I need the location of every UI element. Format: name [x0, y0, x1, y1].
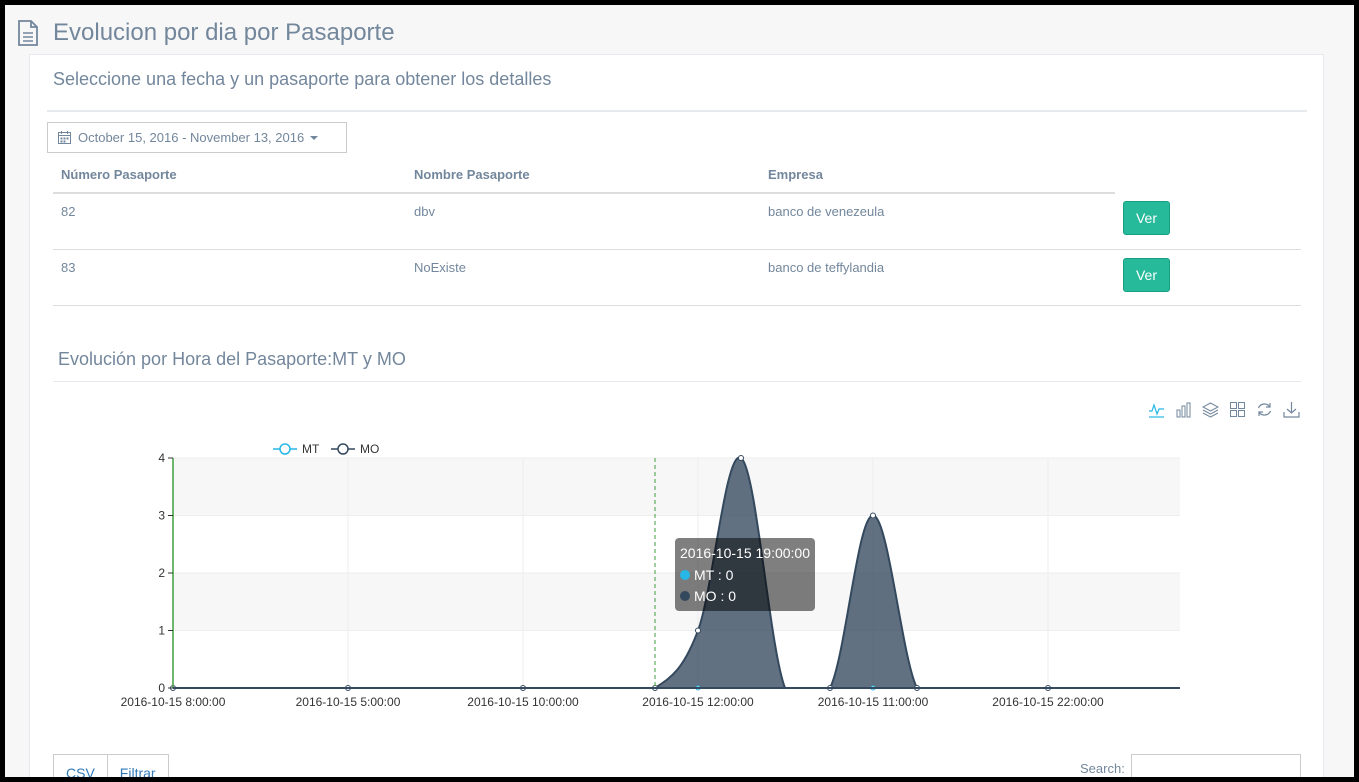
y-tick-label: 2 — [158, 566, 165, 580]
x-tick-label: 2016-10-15 10:00:00 — [467, 695, 579, 709]
x-tick-label: 2016-10-15 5:00:00 — [296, 695, 401, 709]
search-label: Search: — [1080, 761, 1125, 776]
area-chart: 0 1 2 3 4 2016-10-15 8:00:00 2016-10-15 5:00:0… — [121, 442, 1180, 709]
tooltip-item: MO : 0 — [694, 588, 736, 604]
csv-button[interactable]: CSV — [53, 754, 108, 777]
y-tick-label: 0 — [158, 681, 165, 695]
grid-band — [173, 458, 1180, 516]
data-point-mo — [695, 627, 701, 634]
legend-marker — [279, 443, 291, 455]
tooltip-item: MT : 0 — [694, 567, 734, 583]
x-tick-label: 2016-10-15 8:00:00 — [121, 695, 226, 709]
app-frame: Evolucion por dia por Pasaporte Seleccio… — [5, 5, 1354, 777]
legend-label: MT — [302, 442, 320, 456]
tooltip-title: 2016-10-15 19:00:00 — [680, 545, 810, 561]
legend-label: MO — [360, 442, 379, 456]
search-input[interactable] — [1131, 754, 1301, 777]
y-tick-label: 1 — [158, 624, 165, 638]
tooltip-marker — [680, 591, 690, 601]
main-panel: Seleccione una fecha y un pasaporte para… — [29, 54, 1324, 777]
export-buttons: CSV Filtrar — [53, 754, 169, 777]
tooltip-marker — [680, 570, 690, 580]
page-title: Evolucion por dia por Pasaporte — [53, 19, 395, 46]
x-tick-label: 2016-10-15 11:00:00 — [818, 695, 929, 709]
data-point-mo — [870, 512, 876, 519]
legend-marker — [337, 443, 349, 455]
y-tick-label: 3 — [158, 509, 165, 523]
filter-button[interactable]: Filtrar — [107, 754, 169, 777]
x-tick-label: 2016-10-15 12:00:00 — [642, 695, 754, 709]
x-tick-label: 2016-10-15 22:00:00 — [992, 695, 1104, 709]
page-header: Evolucion por dia por Pasaporte — [17, 13, 395, 53]
y-tick-label: 4 — [158, 451, 165, 465]
document-icon — [18, 20, 38, 46]
data-point-mo — [738, 455, 744, 461]
